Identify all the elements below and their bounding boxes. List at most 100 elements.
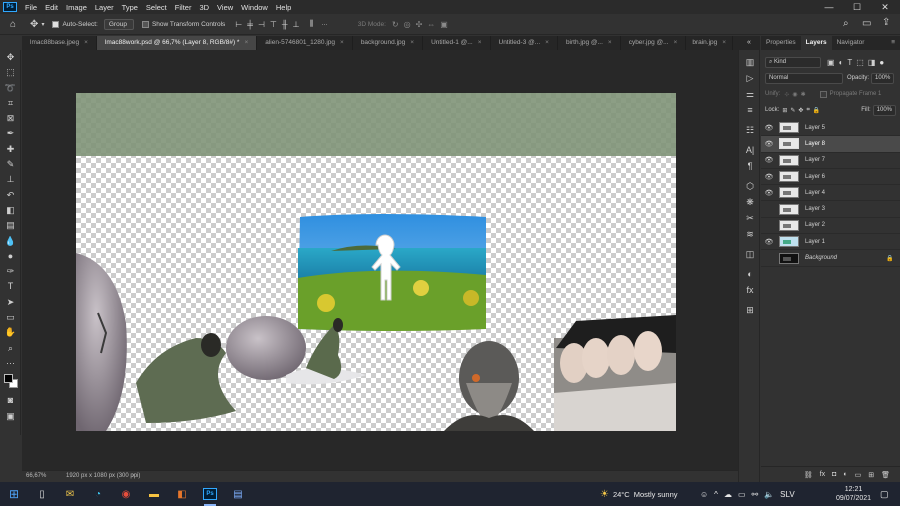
auto-select-target-dropdown[interactable]: Group [103,18,134,30]
propagate-checkbox[interactable] [819,90,827,98]
marquee-icon[interactable]: ⬚ [0,65,21,80]
healing-icon[interactable]: ✚ [0,142,21,157]
layer-row-layer-5[interactable]: 👁 Layer 5 [761,120,900,137]
layer-name[interactable]: Layer 7 [805,157,900,163]
close-icon[interactable]: × [722,39,726,46]
visibility-eye-icon[interactable]: 👁 [761,156,777,164]
volume-icon[interactable]: 🔈 [764,490,774,499]
unify-visibility-icon[interactable]: ◉ [792,91,797,98]
new-layer-icon[interactable]: ⊞ [868,471,874,479]
auto-select-checkbox[interactable] [52,20,60,28]
zoom-icon[interactable]: ⌕ [0,341,21,356]
character-icon[interactable]: A| [739,142,761,158]
gradient-icon[interactable]: ▤ [0,218,21,233]
layer-row-layer-3[interactable]: Layer 3 [761,201,900,218]
photoshop-taskbar-icon[interactable]: Ps [196,482,224,506]
menu-file[interactable]: File [21,3,41,12]
align-right-icon[interactable]: ⊣ [258,20,265,29]
tab-lmac88base[interactable]: lmac88base.jpeg × [22,36,97,50]
adjust-sliders-icon[interactable]: ⚌ [739,86,761,102]
visibility-eye-icon[interactable]: 👁 [761,238,777,246]
lock-all-icon[interactable]: 🔒 [813,107,820,114]
pen-icon[interactable]: ✑ [0,264,21,279]
3d-scale-icon[interactable]: ▣ [440,20,448,29]
file-explorer-icon[interactable]: ▬ [140,482,168,506]
tab-cyber[interactable]: cyber.jpg @... × [621,36,687,50]
tab-layers[interactable]: Layers [800,36,832,50]
layer-row-layer-2[interactable]: Layer 2 [761,218,900,235]
dodge-icon[interactable]: ● [0,249,21,264]
more-options[interactable]: ··· [321,21,328,28]
unify-position-icon[interactable]: ⊹ [784,91,789,98]
weather-widget[interactable]: ☀ 24°C Mostly sunny [600,482,678,506]
zoom-level[interactable]: 66,67% [26,473,46,479]
close-icon[interactable]: × [608,39,612,46]
eraser-icon[interactable]: ◧ [0,203,21,218]
search-icon[interactable]: ⌕ [843,18,849,29]
fill-input[interactable]: 100% [872,104,896,116]
network-icon[interactable]: ▭ [738,490,746,499]
tab-alien[interactable]: alien-5746801_1280.jpg × [257,36,353,50]
tab-birth[interactable]: birth.jpg @... × [558,36,621,50]
delete-layer-icon[interactable]: 🗑 [881,471,890,479]
layer-row-background[interactable]: Background 🔒 [761,250,900,267]
tab-properties[interactable]: Properties [761,36,801,50]
layer-row-layer-1[interactable]: 👁 Layer 1 [761,234,900,251]
layer-name[interactable]: Layer 4 [805,190,900,196]
3d-pan-icon[interactable]: ✣ [416,20,423,29]
lock-pixels-icon[interactable]: ✎ [790,107,795,114]
close-icon[interactable]: × [84,39,88,46]
filter-toggle-icon[interactable]: ● [879,58,884,67]
align-middle-icon[interactable]: ╫ [282,20,288,29]
new-adjustment-icon[interactable]: ◐ [843,471,847,478]
3d-slide-icon[interactable]: ⇔ [427,20,435,29]
onedrive-icon[interactable]: ☁ [724,490,732,499]
opacity-input[interactable]: 100% [871,72,895,84]
hand-icon[interactable]: ✋ [0,325,21,340]
tab-lmac88work[interactable]: lmac88work.psd @ 66,7% (Layer 8, RGB/8#)… [96,36,258,50]
more-tools-icon[interactable]: ··· [0,356,21,371]
menu-layer[interactable]: Layer [91,3,118,12]
outlook-icon[interactable]: ◧ [168,482,196,506]
filter-adjustment-icon[interactable]: ◐ [839,58,844,67]
clock[interactable]: 12:21 09/07/2021 [836,482,871,506]
quick-mask-icon[interactable]: ◙ [0,393,21,408]
task-view-icon[interactable]: ▯ [28,482,56,506]
workspace-icon[interactable]: ▭ [862,18,871,29]
filter-shape-icon[interactable]: ⬚ [856,58,864,67]
transform-controls-option[interactable]: Show Transform Controls [141,20,225,28]
home-icon[interactable]: ⌂ [10,19,16,30]
menu-3d[interactable]: 3D [195,3,213,12]
visibility-eye-icon[interactable]: 👁 [761,173,777,181]
layer-name[interactable]: Layer 8 [805,141,900,147]
menu-filter[interactable]: Filter [171,3,196,12]
windows-start-icon[interactable]: ⊞ [0,482,28,506]
styles-icon[interactable]: fx [739,282,761,298]
crop-icon[interactable]: ⌗ [0,96,21,111]
stamp-icon[interactable]: ⊥ [0,172,21,187]
menu-edit[interactable]: Edit [41,3,62,12]
layer-name[interactable]: Layer 6 [805,174,900,180]
menu-view[interactable]: View [213,3,237,12]
distribute-icon[interactable]: ⫼ [310,19,314,29]
edge-icon[interactable]: ◔ [84,482,112,506]
menu-type[interactable]: Type [118,3,142,12]
add-mask-icon[interactable]: ◘ [832,471,836,478]
tab-untitled-1[interactable]: Untitled-1 @... × [423,36,491,50]
share-icon[interactable]: ⇪ [882,17,890,28]
close-icon[interactable]: × [244,39,248,46]
screen-mode-icon[interactable]: ▣ [0,409,21,424]
layer-row-layer-4[interactable]: 👁 Layer 4 [761,185,900,202]
visibility-eye-icon[interactable]: 👁 [761,124,777,132]
chevron-down-icon[interactable]: ▾ [41,21,44,28]
channels-icon[interactable]: ⊞ [739,302,761,318]
paragraph-icon[interactable]: ¶ [739,158,761,174]
menu-help[interactable]: Help [272,3,295,12]
visibility-eye-icon[interactable]: 👁 [761,140,777,148]
unify-style-icon[interactable]: ✱ [801,91,806,98]
visibility-eye-icon[interactable]: 👁 [761,189,777,197]
layer-name[interactable]: Layer 1 [805,239,900,245]
eyedropper-icon[interactable]: ✒ [0,126,21,141]
blend-mode-dropdown[interactable]: Normal [765,72,843,84]
3d-rotate-icon[interactable]: ↻ [392,20,399,29]
